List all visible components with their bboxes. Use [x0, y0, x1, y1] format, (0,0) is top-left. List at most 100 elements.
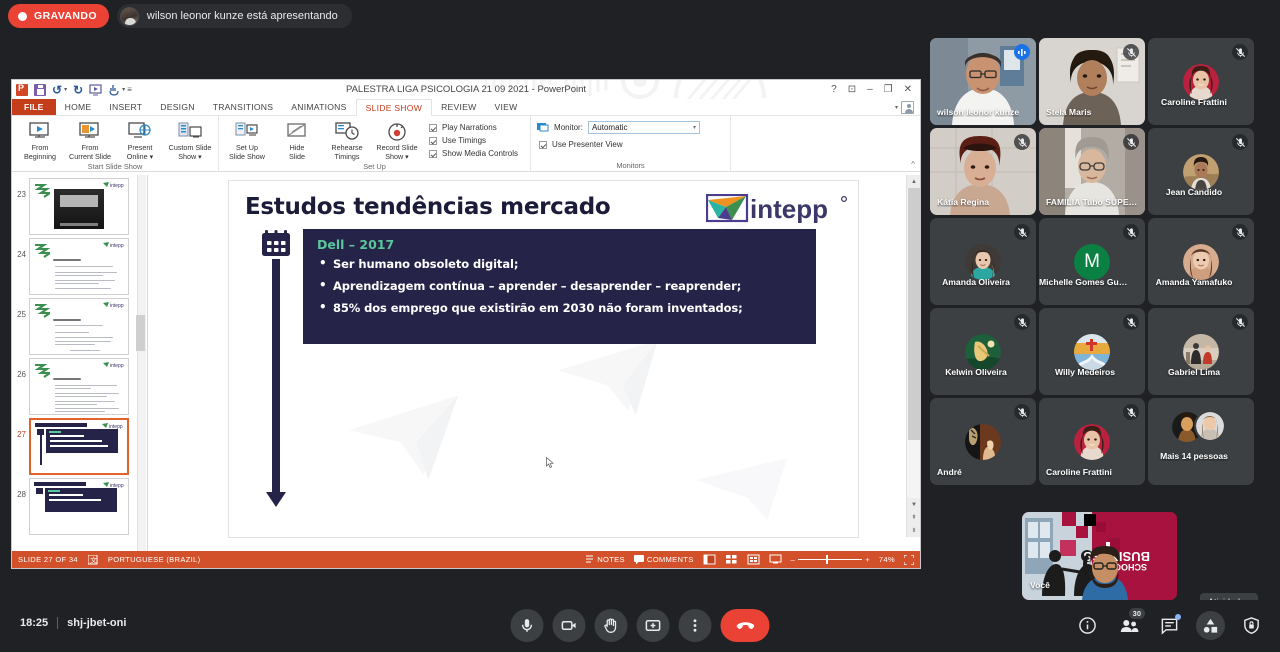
redo-icon[interactable]: ↻ [73, 84, 83, 96]
thumbnail-scrollbar[interactable] [136, 175, 146, 551]
save-icon[interactable] [34, 83, 46, 96]
from-current-slide-button[interactable]: From Current Slide [66, 119, 114, 162]
zoom-knob[interactable] [826, 555, 829, 564]
thumbnail-slide-24[interactable]: intepp [29, 238, 129, 295]
undo-icon[interactable]: ↺ [52, 84, 62, 96]
camera-button[interactable] [552, 609, 586, 642]
meeting-details-button[interactable] [1073, 611, 1102, 640]
tab-insert[interactable]: INSERT [100, 99, 151, 115]
tile-amanda-yamafuko[interactable]: Amanda Yamafuko [1148, 218, 1254, 305]
start-presentation-icon[interactable] [89, 83, 102, 96]
set-up-slide-show-button[interactable]: Set Up Slide Show [223, 119, 271, 162]
current-slide[interactable]: Estudos tendências mercado intepp Dell –… [228, 180, 859, 538]
thumbnail-slide-28[interactable]: intepp [29, 478, 129, 535]
tile-stela-maris[interactable]: Stela Maris [1039, 38, 1145, 125]
tile-caroline-frattini-2[interactable]: Caroline Frattini [1039, 398, 1145, 485]
touch-mode-icon[interactable] [108, 84, 120, 96]
thumbnail-item[interactable]: 23 intepp [12, 175, 147, 235]
tile-andre[interactable]: André [930, 398, 1036, 485]
tile-michelle-gomes[interactable]: M Michelle Gomes Guer... [1039, 218, 1145, 305]
touch-mode-caret-icon[interactable]: ▾ [122, 86, 125, 93]
notes-button[interactable]: NOTES [585, 555, 625, 564]
tile-amanda-oliveira[interactable]: Amanda Oliveira [930, 218, 1036, 305]
present-online-button[interactable]: Present Online ▾ [116, 119, 164, 162]
ribbon-display-options-button[interactable]: ⊡ [848, 84, 856, 95]
use-presenter-view-checkbox[interactable]: Use Presenter View [531, 134, 730, 149]
show-media-controls-checkbox[interactable]: Show Media Controls [429, 149, 518, 158]
undo-caret-icon[interactable]: ▾ [64, 86, 67, 93]
restore-button[interactable]: ❐ [884, 84, 893, 95]
tab-slide-show[interactable]: SLIDE SHOW [355, 99, 433, 116]
thumbnail-slide-27-selected[interactable]: intepp [29, 418, 129, 475]
reading-view-button[interactable] [747, 554, 760, 565]
zoom-out-button[interactable]: – [791, 555, 799, 564]
zoom-track[interactable] [798, 555, 863, 564]
tile-jean-candido[interactable]: Jean Candido [1148, 128, 1254, 215]
zoom-slider[interactable]: – + [791, 555, 870, 564]
tab-home[interactable]: HOME [56, 99, 101, 115]
canvas-vertical-scrollbar[interactable]: ▲ ▼ ⇞ ⇟ [906, 175, 920, 537]
tile-familia-tubo[interactable]: FAMILIA Tubo SUPER... [1039, 128, 1145, 215]
minimize-button[interactable]: – [867, 84, 873, 95]
canvas-scrollbar-thumb[interactable] [908, 188, 920, 440]
account-chip[interactable]: ▾ [895, 99, 920, 115]
tab-review[interactable]: REVIEW [432, 99, 485, 115]
comments-button[interactable]: COMMENTS [633, 555, 694, 564]
tile-wilson-leonor-kunze[interactable]: wilson leonor kunze [930, 38, 1036, 125]
tile-more-people[interactable]: Mais 14 pessoas [1148, 398, 1254, 485]
language-indicator[interactable]: PORTUGUESE (BRAZIL) [108, 555, 200, 564]
close-button[interactable]: ✕ [904, 84, 912, 95]
ribbon-tab-strip[interactable]: FILE HOME INSERT DESIGN TRANSITIONS ANIM… [12, 99, 920, 116]
use-timings-checkbox[interactable]: Use Timings [429, 136, 518, 145]
thumbnail-item[interactable]: 28 intepp [12, 475, 147, 535]
chat-button[interactable] [1155, 611, 1184, 640]
tab-view[interactable]: VIEW [485, 99, 526, 115]
tab-transitions[interactable]: TRANSITIONS [204, 99, 283, 115]
recording-indicator[interactable]: GRAVANDO [8, 4, 109, 28]
scroll-up-button[interactable]: ▲ [907, 175, 920, 188]
from-beginning-button[interactable]: From Beginning [16, 119, 64, 162]
help-button[interactable]: ? [831, 84, 837, 95]
quick-access-toolbar[interactable]: ↺ ▾ ↻ ▾ ≡ [12, 83, 132, 96]
customize-qat-icon[interactable]: ≡ [127, 85, 132, 94]
window-buttons[interactable]: ? ⊡ – ❐ ✕ [831, 84, 920, 95]
account-caret-icon[interactable]: ▾ [895, 104, 898, 111]
activities-button[interactable] [1196, 611, 1225, 640]
thumbnail-slide-25[interactable]: intepp [29, 298, 129, 355]
leave-call-button[interactable] [720, 609, 770, 642]
slide-thumbnail-pane[interactable]: 23 intepp 24 intepp 25 intepp 26 intepp … [12, 175, 148, 551]
slide-canvas-area[interactable]: Estudos tendências mercado intepp Dell –… [148, 175, 920, 551]
thumbnail-item[interactable]: 26 intepp [12, 355, 147, 415]
collapse-ribbon-icon[interactable]: ^ [911, 160, 915, 169]
rehearse-timings-button[interactable]: Rehearse Timings [323, 119, 371, 162]
thumbnail-scrollbar-thumb[interactable] [136, 315, 145, 351]
tile-willy-medeiros[interactable]: Willy Medeiros [1039, 308, 1145, 395]
slide-sorter-view-button[interactable] [725, 554, 738, 565]
tab-animations[interactable]: ANIMATIONS [282, 99, 355, 115]
self-view-tile[interactable]: BUSINESS SCHOOL Você [1022, 512, 1177, 600]
tile-caroline-frattini[interactable]: Caroline Frattini [1148, 38, 1254, 125]
raise-hand-button[interactable] [594, 609, 628, 642]
zoom-level[interactable]: 74% [879, 555, 895, 564]
monitor-select[interactable]: Automatic ▾ [587, 121, 700, 134]
more-options-button[interactable] [678, 609, 712, 642]
hide-slide-button[interactable]: Hide Slide [273, 119, 321, 162]
normal-view-button[interactable] [702, 554, 716, 565]
slide-show-view-button[interactable] [769, 554, 782, 565]
tile-kelwin-oliveira[interactable]: Kelwin Oliveira [930, 308, 1036, 395]
slide-counter[interactable]: SLIDE 27 OF 34 [18, 555, 78, 564]
microphone-button[interactable] [510, 609, 544, 642]
tab-file[interactable]: FILE [12, 99, 56, 115]
user-avatar-icon[interactable] [901, 100, 914, 114]
participants-button[interactable]: 30 [1114, 608, 1145, 640]
thumbnail-item[interactable]: 25 intepp [12, 295, 147, 355]
presenting-banner[interactable]: wilson leonor kunze está apresentando [116, 4, 352, 28]
tab-design[interactable]: DESIGN [151, 99, 203, 115]
next-slide-button[interactable]: ⇟ [907, 524, 920, 537]
thumbnail-item[interactable]: 27 intepp [12, 415, 147, 475]
scroll-down-button[interactable]: ▼ [907, 498, 920, 511]
tile-gabriel-lima[interactable]: Gabriel Lima [1148, 308, 1254, 395]
thumbnail-slide-23[interactable]: intepp [29, 178, 129, 235]
play-narrations-checkbox[interactable]: Play Narrations [429, 123, 518, 132]
thumbnail-item[interactable]: 24 intepp [12, 235, 147, 295]
